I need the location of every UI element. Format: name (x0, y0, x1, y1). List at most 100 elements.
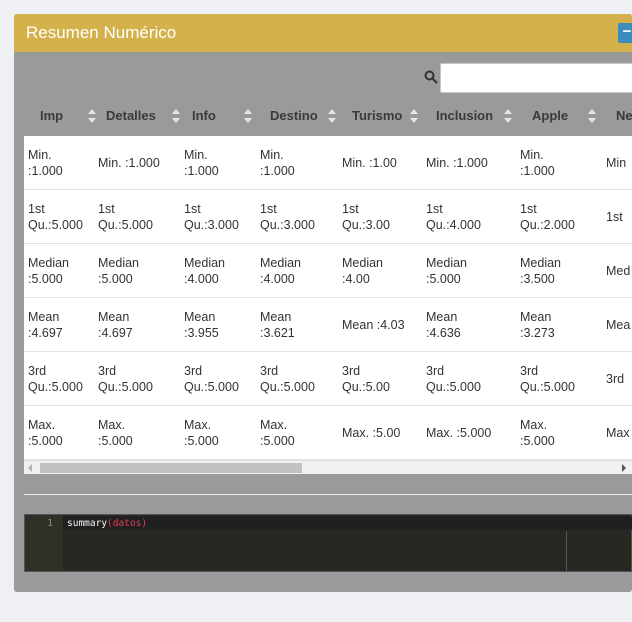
table-cell: 1st Qu.:5.000 (98, 190, 184, 244)
cell-text: Mean :4.636 (426, 310, 461, 340)
sort-icon[interactable] (88, 109, 96, 123)
column-header[interactable]: Destino (270, 98, 352, 134)
code-editor[interactable]: 1 summary(datos) (24, 514, 632, 572)
sort-icon[interactable] (588, 109, 596, 123)
column-header[interactable]: Inclusion (436, 98, 530, 134)
table-cell: Max. :5.000 (184, 406, 260, 460)
column-header[interactable]: Imp (40, 98, 110, 134)
table-cell: 1st Qu.:5.000 (28, 190, 98, 244)
table-cell: Med (606, 244, 632, 298)
table-cell: 3rd Qu.:5.000 (520, 352, 606, 406)
table-cell: 3rd Qu.:5.00 (342, 352, 426, 406)
collapse-button[interactable]: − (618, 23, 632, 43)
table-cell: Min (606, 136, 632, 190)
code-line[interactable]: summary(datos) (67, 518, 147, 529)
sort-icon[interactable] (244, 109, 252, 123)
sort-icon[interactable] (172, 109, 180, 123)
cell-text: Max. :5.000 (98, 418, 133, 448)
horizontal-scrollbar[interactable] (24, 460, 632, 474)
cell-text: 1st Qu.:5.000 (28, 202, 83, 232)
search-input[interactable] (440, 63, 632, 93)
cell-text: Median :4.00 (342, 256, 383, 286)
table-cell: Mean :4.03 (342, 298, 426, 352)
scroll-left-arrow-icon[interactable] (28, 464, 32, 472)
scroll-right-arrow-icon[interactable] (622, 464, 626, 472)
cell-text: Max. :5.000 (260, 418, 295, 448)
column-header[interactable]: Ne (616, 98, 632, 134)
cell-text: 3rd Qu.:5.000 (184, 364, 239, 394)
editor-gutter: 1 (25, 515, 63, 571)
table-cell: 3rd Qu.:5.000 (260, 352, 342, 406)
line-number: 1 (47, 518, 53, 529)
column-header[interactable]: Info (192, 98, 268, 134)
table-cell: Max. :5.000 (426, 406, 520, 460)
table-cell: Max (606, 406, 632, 460)
table-cell: 1st Qu.:3.000 (184, 190, 260, 244)
panel-title: Resumen Numérico (26, 23, 177, 42)
cell-text: Max. :5.000 (520, 418, 555, 448)
cell-text: Max. :5.00 (342, 426, 401, 440)
table-cell: 1st Qu.:3.000 (260, 190, 342, 244)
table-cell: Mean :4.697 (28, 298, 98, 352)
table-cell: Min. :1.000 (184, 136, 260, 190)
table-row: 3rd Qu.:5.000 3rd Qu.:5.000 3rd Qu.:5.000 3… (24, 352, 632, 406)
column-header[interactable]: Apple (532, 98, 618, 134)
cell-text: Min. :1.000 (426, 156, 488, 170)
table-cell: Mean :3.273 (520, 298, 606, 352)
table-cell: Max. :5.000 (520, 406, 606, 460)
cell-text: Min. :1.000 (260, 148, 295, 178)
cell-text: Min. :1.000 (184, 148, 219, 178)
cell-text: Mean :4.03 (342, 318, 405, 332)
cell-text: 1st Qu.:2.000 (520, 202, 575, 232)
table-cell: Median :5.000 (426, 244, 520, 298)
cell-text: 3rd Qu.:5.000 (260, 364, 315, 394)
cell-text: 1st Qu.:3.000 (260, 202, 315, 232)
table-row: Min. :1.000 Min. :1.000 Min. :1.000 Min. :1… (24, 136, 632, 190)
cell-text: Median :5.000 (98, 256, 139, 286)
search-icon (424, 70, 438, 84)
active-line (63, 516, 632, 530)
table-cell: Max. :5.000 (98, 406, 184, 460)
cell-text: Mean :4.697 (98, 310, 133, 340)
cell-text: 3rd Qu.:5.000 (28, 364, 83, 394)
search-row (14, 62, 632, 96)
table-cell: Mea (606, 298, 632, 352)
cell-text: Min. :1.00 (342, 156, 397, 170)
cell-text: 1st Qu.:4.000 (426, 202, 481, 232)
cell-text: 1st Qu.:3.00 (342, 202, 390, 232)
cell-text: Median :5.000 (28, 256, 69, 286)
table-cell: 3rd (606, 352, 632, 406)
cell-text: Mea (606, 318, 631, 332)
sort-icon[interactable] (410, 109, 418, 123)
cell-text: Max. :5.000 (426, 426, 492, 440)
table-cell: Min. :1.000 (260, 136, 342, 190)
cell-text: Min. :1.000 (98, 156, 160, 170)
cell-text: Max (606, 426, 630, 440)
sort-icon[interactable] (504, 109, 512, 123)
cell-text: 3rd Qu.:5.000 (426, 364, 481, 394)
code-argument: datos (112, 518, 142, 529)
table-cell: Min. :1.00 (342, 136, 426, 190)
cell-text: 3rd Qu.:5.00 (342, 364, 390, 394)
column-header[interactable]: Turismo (352, 98, 436, 134)
table-cell: 1st Qu.:2.000 (520, 190, 606, 244)
code-close-paren: ) (141, 518, 148, 529)
scrollbar-thumb[interactable] (40, 463, 302, 473)
cell-text: Mean :3.621 (260, 310, 295, 340)
table-body: Min. :1.000 Min. :1.000 Min. :1.000 Min. :1… (24, 136, 632, 460)
cell-text: Mean :3.273 (520, 310, 555, 340)
cell-text: 3rd Qu.:5.000 (98, 364, 153, 394)
cell-text: 3rd Qu.:5.000 (520, 364, 575, 394)
table-cell: Mean :3.955 (184, 298, 260, 352)
panel-header: Resumen Numérico − (14, 14, 632, 52)
cell-text: Median :4.000 (260, 256, 301, 286)
table-row: Mean :4.697 Mean :4.697 Mean :3.955 Mean :3… (24, 298, 632, 352)
cell-text: 1st (606, 210, 623, 224)
cell-text: Median :4.000 (184, 256, 225, 286)
table-cell: Median :5.000 (98, 244, 184, 298)
code-function: summary (67, 518, 108, 529)
sort-icon[interactable] (328, 109, 336, 123)
table-row: Max. :5.000 Max. :5.000 Max. :5.000 Max. :5… (24, 406, 632, 460)
cell-text: Min (606, 156, 627, 170)
table-cell: Mean :4.636 (426, 298, 520, 352)
